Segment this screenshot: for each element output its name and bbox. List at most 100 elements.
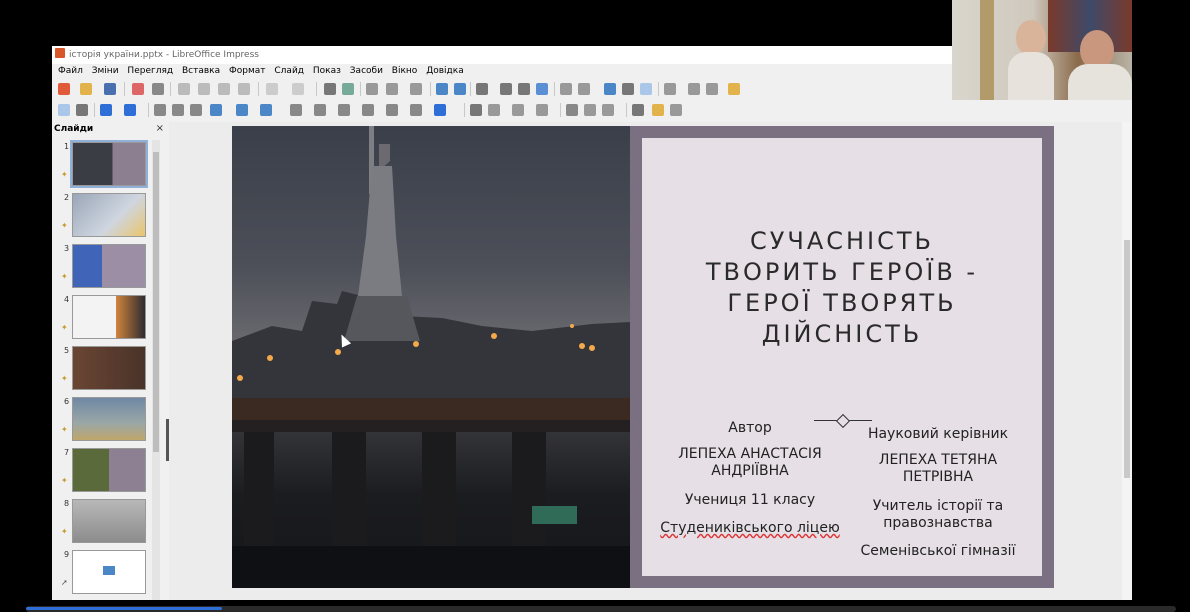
connectors-icon[interactable] xyxy=(260,104,272,116)
slide-thumbnail-5[interactable] xyxy=(72,346,146,390)
menu-view[interactable]: Перегляд xyxy=(127,66,173,76)
author-name[interactable]: ЛЕПЕХА АНАСТАСІЯ АНДРІЇВНА xyxy=(642,446,858,480)
show-draw-functions-icon[interactable] xyxy=(640,83,652,95)
3d-objects-icon[interactable] xyxy=(434,104,446,116)
menu-insert[interactable]: Вставка xyxy=(182,66,220,76)
slide-thumbnail-8[interactable] xyxy=(72,499,146,543)
supervisor-school[interactable]: Семенівської гімназії xyxy=(850,543,1026,560)
callouts-icon[interactable] xyxy=(386,104,398,116)
menu-format[interactable]: Формат xyxy=(229,66,266,76)
zoom-icon[interactable] xyxy=(76,104,88,116)
author-grade[interactable]: Учениця 11 класу xyxy=(642,492,858,509)
insert-chart-icon[interactable] xyxy=(536,83,548,95)
video-progress-fill xyxy=(26,607,222,610)
lines-arrows-icon[interactable] xyxy=(210,104,222,116)
paste-icon[interactable] xyxy=(218,83,230,95)
insert-image-icon[interactable] xyxy=(500,83,512,95)
menu-edit[interactable]: Зміни xyxy=(92,66,119,76)
slide-thumbnail-6[interactable] xyxy=(72,397,146,441)
insert-table-icon[interactable] xyxy=(476,83,488,95)
title-line: ТВОРИТЬ ГЕРОЇВ - xyxy=(705,258,979,286)
display-views-icon[interactable] xyxy=(386,83,398,95)
points-icon[interactable] xyxy=(632,104,644,116)
block-arrows-icon[interactable] xyxy=(338,104,350,116)
delete-slide-icon[interactable] xyxy=(706,83,718,95)
slide-thumbnail-7[interactable] xyxy=(72,448,146,492)
new-icon[interactable] xyxy=(58,83,70,95)
cut-icon[interactable] xyxy=(178,83,190,95)
menu-slide[interactable]: Слайд xyxy=(274,66,304,76)
slide-thumbnail-3[interactable] xyxy=(72,244,146,288)
display-grid-icon[interactable] xyxy=(366,83,378,95)
undo-icon[interactable] xyxy=(266,83,278,95)
supervisor-name[interactable]: ЛЕПЕХА ТЕТЯНА ПЕТРІВНА xyxy=(850,452,1026,486)
distribute-icon[interactable] xyxy=(536,104,548,116)
new-slide-icon[interactable] xyxy=(664,83,676,95)
spelling-icon[interactable] xyxy=(342,83,354,95)
align-icon[interactable] xyxy=(488,104,500,116)
save-icon[interactable] xyxy=(104,83,116,95)
rotate-icon[interactable] xyxy=(470,104,482,116)
stars-icon[interactable] xyxy=(410,104,422,116)
impress-window: історія україни.pptx - LibreOffice Impre… xyxy=(52,46,1132,600)
slide-pane-scrollbar[interactable] xyxy=(152,140,160,600)
workspace-scrollbar[interactable] xyxy=(1122,122,1132,600)
menu-file[interactable]: Файл xyxy=(58,66,83,76)
menu-window[interactable]: Вікно xyxy=(392,66,418,76)
redo-icon[interactable] xyxy=(292,83,304,95)
curves-icon[interactable] xyxy=(236,104,248,116)
export-pdf-icon[interactable] xyxy=(132,83,144,95)
basic-shapes-icon[interactable] xyxy=(290,104,302,116)
select-arrow-icon[interactable] xyxy=(58,104,70,116)
menu-help[interactable]: Довідка xyxy=(426,66,464,76)
find-replace-icon[interactable] xyxy=(324,83,336,95)
arrange-icon[interactable] xyxy=(512,104,524,116)
clone-formatting-icon[interactable] xyxy=(238,83,250,95)
supervisor-role[interactable]: Учитель історії та правознавства xyxy=(850,498,1026,532)
close-icon[interactable]: × xyxy=(156,123,164,134)
fontwork-icon[interactable] xyxy=(604,83,616,95)
title-line: СУЧАСНІСТЬ xyxy=(749,227,935,255)
start-first-slide-icon[interactable] xyxy=(436,83,448,95)
copy-icon[interactable] xyxy=(198,83,210,95)
line-icon[interactable] xyxy=(154,104,166,116)
menu-slideshow[interactable]: Показ xyxy=(313,66,341,76)
shadow-icon[interactable] xyxy=(566,104,578,116)
duplicate-slide-icon[interactable] xyxy=(688,83,700,95)
line-color-icon[interactable] xyxy=(100,104,112,116)
slide-layout-icon[interactable] xyxy=(728,83,740,95)
glue-points-icon[interactable] xyxy=(652,104,664,116)
rectangle-icon[interactable] xyxy=(172,104,184,116)
slide-thumbnail-9[interactable] xyxy=(72,550,146,594)
slide-thumbnail-4[interactable] xyxy=(72,295,146,339)
slide-number: 6 xyxy=(64,397,70,406)
slide-number: 2 xyxy=(64,193,70,202)
open-icon[interactable] xyxy=(80,83,92,95)
slide-thumbnail-1[interactable] xyxy=(70,140,148,188)
video-progress-bar[interactable] xyxy=(26,606,1176,612)
start-current-slide-icon[interactable] xyxy=(454,83,466,95)
toggle-extrusion-icon[interactable] xyxy=(670,104,682,116)
special-character-icon[interactable] xyxy=(578,83,590,95)
slide-number: 9 xyxy=(64,550,70,559)
author-school[interactable]: Студениківського ліцею xyxy=(642,520,858,537)
crop-icon[interactable] xyxy=(584,104,596,116)
hyperlink-icon[interactable] xyxy=(622,83,634,95)
slide-title[interactable]: СУЧАСНІСТЬ ТВОРИТЬ ГЕРОЇВ - ГЕРОЇ ТВОРЯТ… xyxy=(642,226,1042,350)
menu-tools[interactable]: Засоби xyxy=(350,66,383,76)
supervisor-label[interactable]: Науковий керівник xyxy=(850,426,1026,443)
symbol-shapes-icon[interactable] xyxy=(314,104,326,116)
animation-icon: ✦ xyxy=(61,221,68,230)
master-slide-icon[interactable] xyxy=(410,83,422,95)
author-label[interactable]: Автор xyxy=(642,420,858,437)
fill-color-icon[interactable] xyxy=(124,104,136,116)
insert-textbox-icon[interactable] xyxy=(560,83,572,95)
flowchart-icon[interactable] xyxy=(362,104,374,116)
filter-icon[interactable] xyxy=(602,104,614,116)
insert-media-icon[interactable] xyxy=(518,83,530,95)
ellipse-icon[interactable] xyxy=(190,104,202,116)
title-line: ГЕРОЇ ТВОРЯТЬ xyxy=(727,289,957,317)
current-slide[interactable]: СУЧАСНІСТЬ ТВОРИТЬ ГЕРОЇВ - ГЕРОЇ ТВОРЯТ… xyxy=(232,126,1054,588)
slide-thumbnail-2[interactable] xyxy=(72,193,146,237)
print-icon[interactable] xyxy=(152,83,164,95)
